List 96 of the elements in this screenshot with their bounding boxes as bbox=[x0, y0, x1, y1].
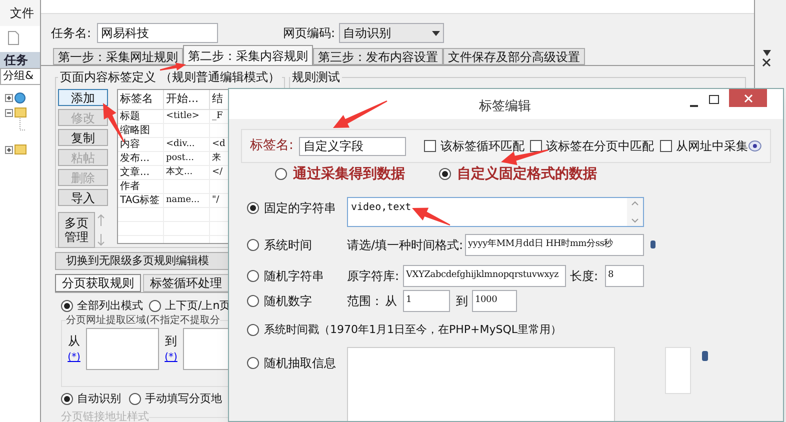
radio-button[interactable] bbox=[247, 295, 259, 307]
checkbox-label: 该标签循环匹配 bbox=[440, 138, 524, 155]
length-field[interactable]: 8 bbox=[605, 265, 644, 287]
window-title: 标签编辑 bbox=[479, 98, 531, 116]
tag-name-field[interactable]: 自定义字段 bbox=[299, 136, 406, 156]
dropdown-arrow-icon bbox=[762, 50, 770, 56]
group-title: 分页链接地址样式 bbox=[61, 409, 149, 422]
close-icon bbox=[762, 58, 771, 67]
group-title: 页面内容标签定义 （规则普通编辑模式） bbox=[59, 69, 281, 86]
arrow bbox=[160, 62, 186, 71]
checkbox[interactable] bbox=[660, 140, 672, 152]
checkbox-label: 从网址中采集 bbox=[676, 138, 748, 155]
radio-button[interactable] bbox=[129, 393, 141, 405]
table-cell: <div... bbox=[164, 138, 210, 151]
link[interactable]: (*) bbox=[164, 350, 178, 365]
radio-button[interactable] bbox=[247, 239, 259, 251]
radio-button[interactable] bbox=[247, 270, 259, 282]
charset-field[interactable]: VXYZabcdefghijklmnopqrstuvwxyz bbox=[403, 265, 566, 287]
tab[interactable]: 文件保存及部分高级设置 bbox=[443, 48, 585, 65]
document-icon bbox=[8, 31, 19, 45]
field-label: 任务名: bbox=[51, 25, 92, 42]
encoding-dropdown[interactable]: 自动识别 bbox=[339, 23, 444, 43]
radio-button[interactable] bbox=[247, 202, 259, 214]
multi-page-button[interactable]: 多页管理 bbox=[58, 212, 95, 248]
maximize-icon bbox=[709, 95, 719, 105]
group-title: 分页网址提取区域(不指定不提取分 bbox=[66, 314, 220, 328]
table-cell: 文章... bbox=[118, 166, 164, 179]
radio-button[interactable] bbox=[247, 357, 259, 369]
time-format-field[interactable]: yyyy年MM月dd日 HH时mm分ss秒 bbox=[465, 234, 644, 256]
checkbox[interactable] bbox=[424, 140, 436, 152]
button[interactable]: 添加 bbox=[58, 89, 108, 106]
text-area[interactable]: video,text bbox=[347, 197, 644, 227]
checkbox[interactable] bbox=[530, 140, 542, 152]
radio-label: 固定的字符串 bbox=[264, 200, 336, 217]
button[interactable]: 复制 bbox=[58, 129, 108, 146]
radio-label: 系统时间 bbox=[264, 237, 312, 254]
field-label: 标签名: bbox=[250, 137, 294, 156]
radio-label: 随机抽取信息 bbox=[264, 355, 336, 372]
radio-label: 自定义固定格式的数据 bbox=[457, 164, 597, 184]
table-cell: name... bbox=[164, 194, 210, 207]
radio-button[interactable] bbox=[61, 393, 73, 405]
checkbox-label: 该标签在分页中匹配 bbox=[546, 138, 654, 155]
down-arrow-icon bbox=[97, 234, 105, 246]
number-field[interactable]: 1 bbox=[403, 290, 450, 312]
tab[interactable]: 标签循环处理 bbox=[143, 274, 229, 292]
column-header[interactable]: 开始... bbox=[164, 90, 210, 109]
field-label: 从 bbox=[68, 333, 80, 350]
table-cell: 本文... bbox=[164, 166, 210, 179]
field-label: 网页编码: bbox=[283, 25, 336, 42]
tab[interactable]: 第三步：发布内容设置 bbox=[313, 48, 443, 65]
radio-label: 自动识别 bbox=[77, 390, 121, 407]
field-label: 到 bbox=[165, 333, 177, 350]
arrow bbox=[333, 100, 388, 128]
number-field[interactable]: 1000 bbox=[472, 290, 517, 312]
field-label: 从 bbox=[385, 293, 398, 310]
table-cell: 发布... bbox=[118, 152, 164, 165]
table-cell: 作者 bbox=[118, 180, 164, 193]
field-label: 请选/填一种时间格式: bbox=[347, 237, 464, 254]
field-label: 到 bbox=[456, 293, 469, 310]
field-label: 范围： bbox=[347, 293, 384, 310]
up-arrow-icon bbox=[97, 214, 105, 226]
radio-label: 随机数字 bbox=[264, 293, 312, 310]
button[interactable]: 导入 bbox=[58, 189, 108, 206]
tab[interactable]: 分页获取规则 bbox=[55, 274, 141, 292]
table-cell: <title> bbox=[164, 110, 210, 123]
radio-button[interactable] bbox=[61, 300, 73, 312]
scroll-up-icon bbox=[631, 201, 639, 206]
table-cell: post... bbox=[164, 152, 210, 165]
tab[interactable]: 第二步：采集内容规则 bbox=[183, 45, 313, 65]
tab[interactable]: 第一步：采集网址规则 bbox=[53, 48, 183, 65]
scroll-down-icon bbox=[631, 218, 639, 223]
table-cell: TAG标签 bbox=[118, 194, 164, 207]
radio-button[interactable] bbox=[275, 168, 287, 180]
radio-button[interactable] bbox=[439, 168, 451, 180]
field-label: 长度: bbox=[570, 268, 600, 285]
arrow bbox=[412, 208, 450, 226]
task-name-field[interactable]: 网易科技 bbox=[97, 23, 218, 43]
minimize-icon bbox=[689, 105, 699, 107]
radio-label: 通过采集得到数据 bbox=[293, 164, 405, 184]
radio-label: 全部列出模式 bbox=[77, 298, 143, 314]
radio-button[interactable] bbox=[247, 324, 259, 336]
scrollbar[interactable] bbox=[627, 198, 643, 226]
group-title: 规则测试 bbox=[291, 69, 341, 86]
close-button[interactable] bbox=[729, 89, 767, 107]
field-value: video,text bbox=[350, 201, 412, 215]
link[interactable]: (*) bbox=[68, 350, 80, 365]
radio-button[interactable] bbox=[149, 300, 161, 312]
field-label: 原字符库: bbox=[347, 268, 400, 285]
table-cell: 标题 bbox=[118, 110, 164, 123]
dropdown-arrow-icon bbox=[432, 30, 440, 36]
radio-label: 系统时间戳（1970年1月1日至今，在PHP+MySQL里常用） bbox=[264, 322, 562, 338]
radio-label: 随机字符串 bbox=[264, 268, 324, 285]
column-header[interactable]: 标签名 bbox=[118, 90, 164, 109]
radio-label: 手动填写分页地 bbox=[145, 390, 222, 407]
close-icon bbox=[744, 94, 752, 102]
dropdown-value: 自动识别 bbox=[343, 25, 392, 42]
